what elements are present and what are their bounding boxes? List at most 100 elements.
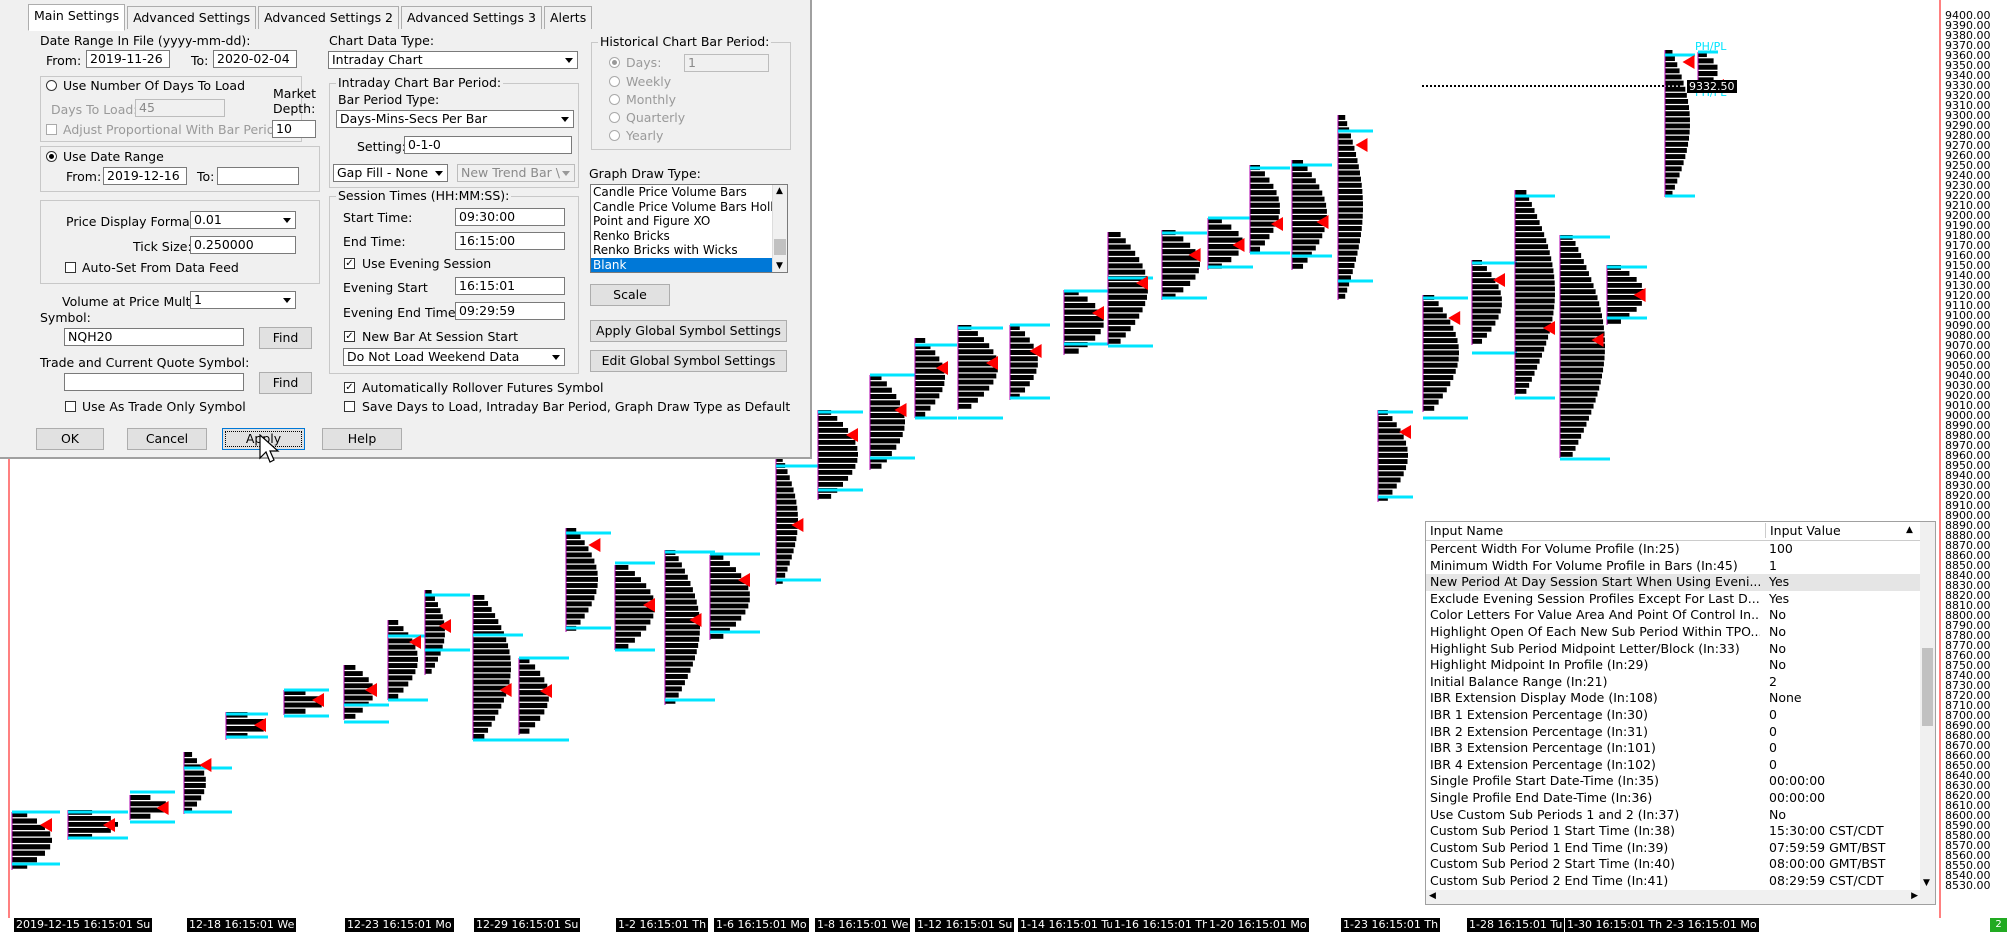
table-row[interactable]: IBR 3 Extension Percentage (In:101) 0 [1426,740,1921,757]
table-row[interactable]: Custom Sub Period 1 End Time (In:39) 07:5… [1426,840,1921,857]
scale-button[interactable]: Scale [590,284,670,306]
graph-draw-type-list[interactable]: Candle Price Volume Bars Candle Price Vo… [590,184,788,273]
table-row[interactable]: Initial Balance Range (In:21) 2 [1426,674,1921,691]
table-row[interactable]: Highlight Midpoint In Profile (In:29) No [1426,657,1921,674]
scroll-right-icon[interactable]: ▶ [1911,891,1918,901]
table-row[interactable]: Minimum Width For Volume Profile in Bars… [1426,558,1921,575]
table-row[interactable]: IBR 4 Extension Percentage (In:102) 0 [1426,757,1921,774]
input-value-cell[interactable]: Yes [1769,591,1789,608]
table-row[interactable]: IBR Extension Display Mode (In:108) None [1426,690,1921,707]
input-value-cell[interactable]: 0 [1769,707,1777,724]
table-row[interactable]: IBR 2 Extension Percentage (In:31) 0 [1426,724,1921,741]
list-item[interactable]: Renko Bricks [591,229,787,244]
table-row[interactable]: New Period At Day Session Start When Usi… [1426,574,1921,591]
new-bar-session-start-checkbox[interactable]: ✓ [344,331,355,342]
input-value-cell[interactable]: No [1769,641,1786,658]
hist-yearly-radio[interactable] [609,130,620,141]
file-from-date-field[interactable]: 2019-11-26 [86,50,170,68]
study-inputs-table[interactable]: Input Name Input Value ▲ Percent Width F… [1425,521,1936,905]
input-value-cell[interactable]: 0 [1769,740,1777,757]
use-date-range-radio[interactable] [46,151,57,162]
input-value-cell[interactable]: 15:30:00 CST/CDT [1769,823,1884,840]
hist-monthly-radio[interactable] [609,94,620,105]
range-from-date-field[interactable]: 2019-12-16 [103,167,187,185]
market-depth-field[interactable]: 10 [272,120,316,138]
range-to-date-field[interactable] [217,167,299,185]
input-value-cell[interactable]: 08:00:00 GMT/BST [1769,856,1885,873]
bar-period-type-select[interactable]: Days-Mins-Secs Per Bar [336,110,574,128]
price-format-select[interactable]: 0.01 [190,211,296,229]
new-trend-bar-select[interactable]: New Trend Bar \ [457,164,575,182]
evening-end-field[interactable]: 09:29:59 [455,302,565,320]
input-value-cell[interactable]: No [1769,807,1786,824]
evening-start-field[interactable]: 16:15:01 [455,277,565,295]
auto-rollover-checkbox[interactable]: ✓ [344,382,355,393]
apply-global-settings-button[interactable]: Apply Global Symbol Settings [590,320,787,342]
trade-quote-field[interactable] [64,373,244,391]
scroll-down-icon[interactable]: ▼ [1923,878,1930,888]
input-value-cell[interactable]: No [1769,607,1786,624]
hist-days-radio[interactable] [609,57,620,68]
ok-button[interactable]: OK [36,428,104,450]
tab-main-settings[interactable]: Main Settings [28,4,126,31]
table-row[interactable]: Custom Sub Period 2 Start Time (In:40) 08… [1426,856,1921,873]
table-row[interactable]: Custom Sub Period 2 End Time (In:41) 08:2… [1426,873,1921,890]
symbol-field[interactable]: NQH20 [64,328,244,346]
table-row[interactable]: Percent Width For Volume Profile (In:25)… [1426,541,1921,558]
input-value-cell[interactable]: 0 [1769,757,1777,774]
input-value-cell[interactable]: 0 [1769,724,1777,741]
tick-size-field[interactable]: 0.250000 [190,236,296,254]
tab-advanced-settings-2[interactable]: Advanced Settings 2 [258,6,400,29]
table-row[interactable]: Use Custom Sub Periods 1 and 2 (In:37) No [1426,807,1921,824]
tab-advanced-settings[interactable]: Advanced Settings [127,6,257,29]
chevron-down-icon[interactable]: ▼ [776,261,783,271]
table-row[interactable]: IBR 1 Extension Percentage (In:30) 0 [1426,707,1921,724]
list-scrollbar[interactable]: ▲ ▼ [772,185,787,272]
bar-period-setting-field[interactable]: 0-1-0 [404,136,572,154]
table-row[interactable]: Single Profile Start Date-Time (In:35) 00… [1426,773,1921,790]
input-value-cell[interactable]: None [1769,690,1802,707]
input-value-cell[interactable]: Yes [1769,574,1789,591]
find-trade-symbol-button[interactable]: Find [259,372,312,394]
list-item[interactable]: Candle Price Volume Bars [591,185,787,200]
tab-advanced-settings-3[interactable]: Advanced Settings 3 [401,6,542,29]
input-value-header[interactable]: Input Value [1765,523,1841,538]
input-value-cell[interactable]: 100 [1769,541,1793,558]
volume-mult-select[interactable]: 1 [190,291,296,309]
adjust-proportional-checkbox[interactable] [46,124,57,135]
help-button[interactable]: Help [322,428,402,450]
chevron-up-icon[interactable]: ▲ [776,186,783,196]
scroll-left-icon[interactable]: ◀ [1429,891,1436,901]
scroll-up-icon[interactable]: ▲ [1906,525,1913,535]
list-item-selected[interactable]: Blank [591,257,787,272]
find-symbol-button[interactable]: Find [259,327,312,349]
days-to-load-field[interactable]: 45 [135,99,225,117]
end-time-field[interactable]: 16:15:00 [455,232,565,250]
input-value-cell[interactable]: 00:00:00 [1769,790,1825,807]
table-row[interactable]: Color Letters For Value Area And Point O… [1426,607,1921,624]
scroll-thumb[interactable] [1922,648,1933,726]
inputs-vertical-scrollbar[interactable]: ▼ [1920,522,1935,904]
start-time-field[interactable]: 09:30:00 [455,208,565,226]
edit-global-settings-button[interactable]: Edit Global Symbol Settings [590,350,787,372]
table-row[interactable]: Highlight Open Of Each New Sub Period Wi… [1426,624,1921,641]
input-name-header[interactable]: Input Name [1430,523,1503,538]
hist-quarterly-radio[interactable] [609,112,620,123]
hist-weekly-radio[interactable] [609,76,620,87]
table-row[interactable]: Highlight Sub Period Midpoint Letter/Blo… [1426,641,1921,658]
auto-set-checkbox[interactable] [65,262,76,273]
list-item[interactable]: Point and Figure XO [591,214,787,229]
use-days-radio[interactable] [46,80,57,91]
input-value-cell[interactable]: 08:29:59 CST/CDT [1769,873,1884,890]
tab-alerts[interactable]: Alerts [543,6,593,29]
input-value-cell[interactable]: 07:59:59 GMT/BST [1769,840,1885,857]
input-value-cell[interactable]: 00:00:00 [1769,773,1825,790]
input-value-cell[interactable]: 1 [1769,558,1777,575]
table-row[interactable]: Custom Sub Period 1 Start Time (In:38) 15… [1426,823,1921,840]
table-row[interactable]: Exclude Evening Session Profiles Except … [1426,591,1921,608]
list-item[interactable]: Renko Bricks with Wicks [591,243,787,258]
input-value-cell[interactable]: 2 [1769,674,1777,691]
input-value-cell[interactable]: No [1769,624,1786,641]
use-trade-only-checkbox[interactable] [65,401,76,412]
list-scroll-thumb[interactable] [774,239,786,255]
